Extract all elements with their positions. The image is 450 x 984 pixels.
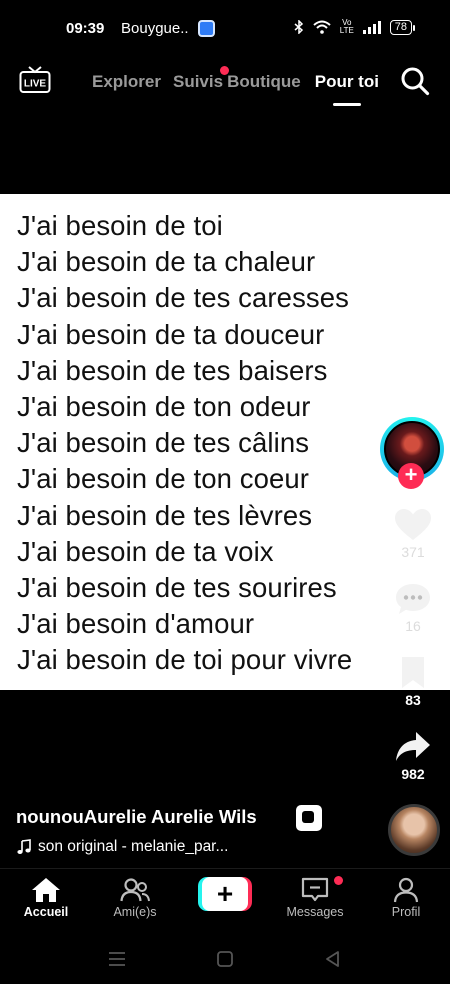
music-note-icon [17, 839, 31, 854]
comment-count: 16 [405, 618, 421, 634]
video-text-line: J'ai besoin de ton coeur [17, 463, 310, 495]
tab-suivis[interactable]: Suivis [172, 66, 230, 92]
inbox-icon [301, 877, 329, 902]
bookmark-count: 83 [405, 692, 421, 708]
like-button[interactable]: 371 [393, 508, 433, 560]
live-label: LIVE [24, 79, 47, 90]
creator-username[interactable]: nounouAurelie Aurelie Wils [16, 806, 257, 828]
video-text-line: J'ai besoin de tes sourires [17, 572, 337, 604]
battery-indicator: 78 [389, 19, 416, 35]
bookmark-icon [402, 657, 424, 688]
video-text-line: J'ai besoin d'amour [17, 608, 255, 640]
share-count: 982 [401, 766, 425, 782]
create-icon: + [202, 877, 248, 911]
system-navigation [0, 936, 450, 984]
caption-badge-icon [296, 805, 322, 831]
video-text-line: J'ai besoin de ta douceur [17, 318, 325, 350]
video-text-line: J'ai besoin de ta chaleur [17, 246, 316, 278]
nav-home[interactable]: Accueil [18, 877, 74, 919]
nav-friends[interactable]: Ami(e)s [104, 877, 166, 919]
follow-button[interactable]: + [398, 463, 424, 489]
video-text-line: J'ai besoin de tes câlins [17, 427, 310, 459]
tab-explorer[interactable]: Explorer [92, 72, 161, 92]
notification-dot [334, 876, 343, 885]
tab-suivis-label: Suivis [172, 72, 224, 91]
bottom-navigation: Accueil Ami(e)s + Messages Profil [0, 868, 450, 930]
bookmark-button[interactable]: 83 [393, 656, 433, 708]
signal-icon [362, 20, 381, 34]
video-text-line: J'ai besoin de toi [17, 210, 223, 241]
sound-title: son original - melanie_par... [38, 838, 229, 855]
nav-messages-label: Messages [286, 905, 344, 919]
tab-boutique[interactable]: Boutique [227, 72, 301, 92]
sound-disc-avatar[interactable] [388, 804, 440, 856]
video-text: J'ai besoin de toi J'ai besoin de ta cha… [17, 208, 352, 679]
status-carrier: Bouygue.. [121, 20, 189, 37]
video-text-line: J'ai besoin de tes caresses [17, 282, 350, 314]
wifi-icon [313, 20, 331, 34]
live-icon[interactable]: LIVE [19, 66, 51, 94]
back-icon[interactable] [322, 948, 344, 970]
nav-home-label: Accueil [23, 905, 69, 919]
nav-profile[interactable]: Profil [380, 877, 432, 919]
status-indicators: Vo LTE 78 [294, 18, 416, 35]
nav-friends-label: Ami(e)s [113, 905, 157, 919]
home-icon [32, 878, 60, 902]
share-button[interactable]: 982 [393, 730, 433, 782]
like-count: 371 [401, 544, 425, 560]
share-icon [396, 732, 430, 761]
video-text-line: J'ai besoin de ta voix [17, 535, 274, 567]
create-button[interactable]: + [198, 877, 252, 911]
nav-profile-label: Profil [391, 905, 421, 919]
tab-pour-toi-label: Pour toi [314, 72, 379, 91]
heart-icon [395, 509, 431, 540]
bluetooth-icon [294, 20, 303, 34]
video-text-line: J'ai besoin de tes baisers [17, 354, 328, 386]
video-text-line: J'ai besoin de toi pour vivre [17, 644, 353, 676]
tab-pour-toi[interactable]: Pour toi [314, 72, 379, 106]
menu-icon[interactable] [106, 948, 128, 970]
friends-icon [120, 878, 150, 902]
active-tab-indicator [332, 103, 361, 106]
comment-button[interactable]: 16 [393, 582, 433, 634]
nav-messages[interactable]: Messages [281, 876, 349, 919]
status-time: 09:39 [66, 20, 105, 37]
status-bar: 09:39 Bouygue.. Vo LTE 78 [0, 0, 450, 56]
network-type: Vo LTE [339, 18, 354, 35]
home-square-icon[interactable] [214, 948, 236, 970]
feed-tabs: Explorer Suivis Boutique Pour toi [92, 66, 379, 106]
app-notification-icon [198, 20, 215, 37]
comment-icon [396, 584, 430, 614]
profile-icon [393, 877, 419, 903]
sound-link[interactable]: son original - melanie_par... [16, 838, 228, 856]
video-text-line: J'ai besoin de ton odeur [17, 391, 311, 423]
video-text-line: J'ai besoin de tes lèvres [17, 499, 313, 531]
top-navigation: LIVE Explorer Suivis Boutique Pour toi [0, 58, 450, 108]
search-icon[interactable] [400, 66, 430, 96]
